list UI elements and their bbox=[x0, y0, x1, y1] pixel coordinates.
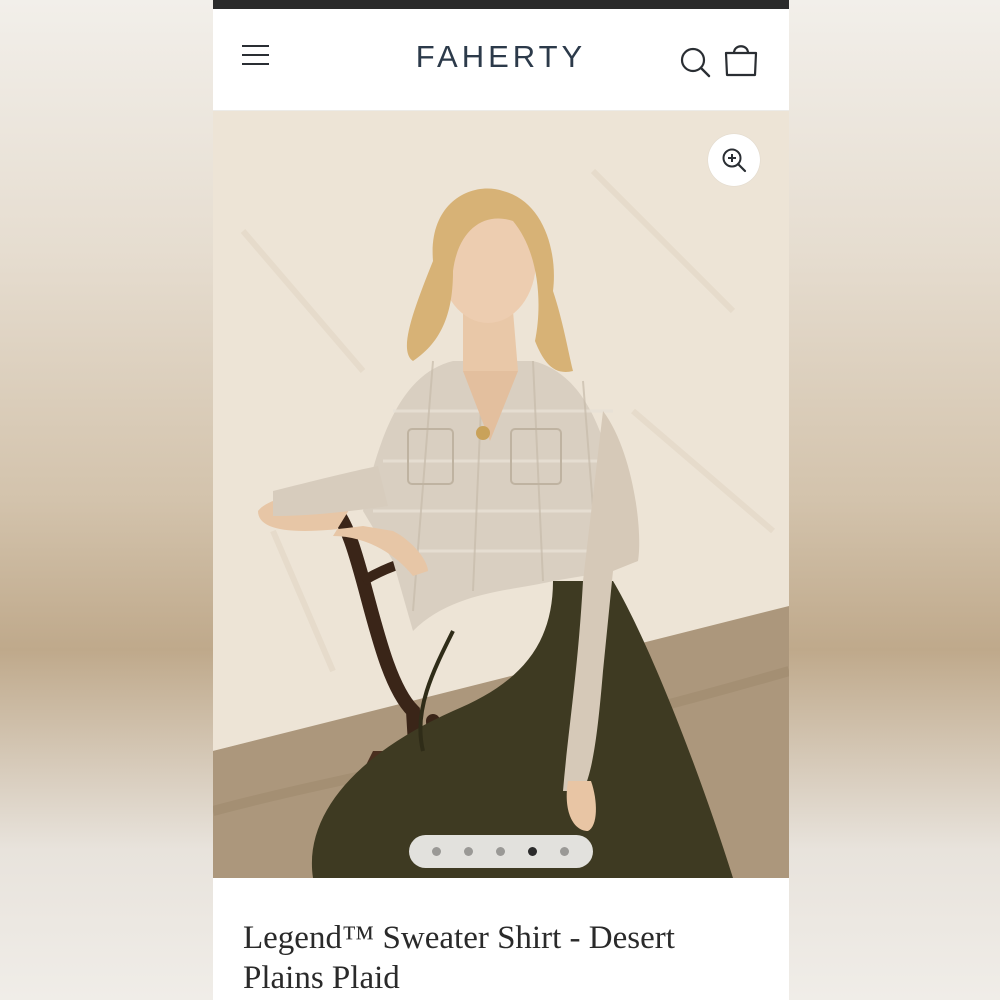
product-image-gallery[interactable] bbox=[213, 111, 789, 878]
gallery-dot-2[interactable] bbox=[464, 847, 473, 856]
product-photo bbox=[213, 111, 789, 878]
gallery-dot-3[interactable] bbox=[496, 847, 505, 856]
site-header: FAHERTY bbox=[213, 9, 789, 111]
product-title: Legend™ Sweater Shirt - Desert Plains Pl… bbox=[243, 920, 675, 996]
gallery-pagination bbox=[409, 835, 593, 868]
search-icon[interactable] bbox=[679, 45, 713, 79]
mobile-screen: FAHERTY Legend™ Sweater Shirt - Desert P… bbox=[213, 0, 789, 1000]
shopping-bag-icon[interactable] bbox=[722, 42, 760, 78]
zoom-in-icon[interactable] bbox=[708, 134, 760, 186]
gallery-dot-5[interactable] bbox=[560, 847, 569, 856]
gallery-dot-1[interactable] bbox=[432, 847, 441, 856]
background-blur-right bbox=[789, 0, 1000, 1000]
background-blur-left bbox=[0, 0, 213, 1000]
status-bar bbox=[213, 0, 789, 9]
gallery-dot-4-active[interactable] bbox=[528, 847, 537, 856]
